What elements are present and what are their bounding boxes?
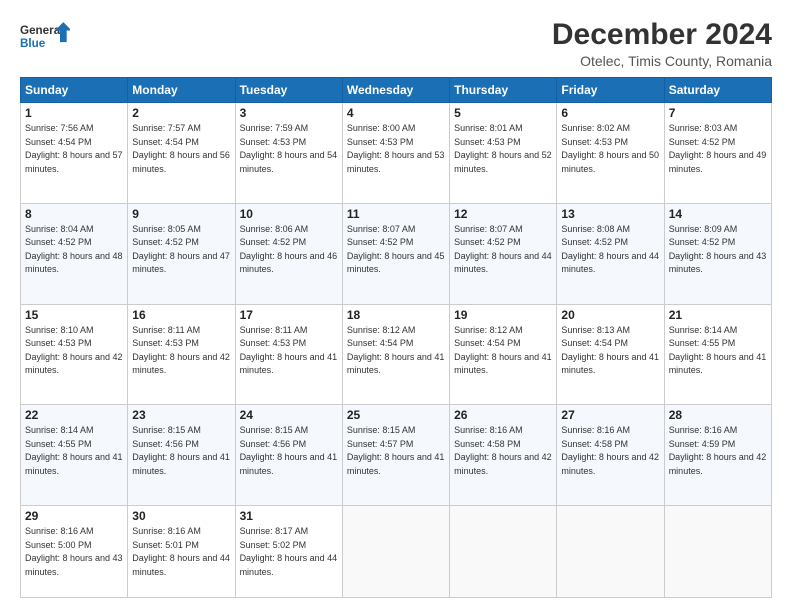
subtitle: Otelec, Timis County, Romania <box>552 53 772 69</box>
table-row: 29 Sunrise: 8:16 AMSunset: 5:00 PMDaylig… <box>21 506 128 598</box>
table-row: 24 Sunrise: 8:15 AMSunset: 4:56 PMDaylig… <box>235 405 342 506</box>
table-row: 20 Sunrise: 8:13 AMSunset: 4:54 PMDaylig… <box>557 304 664 405</box>
header-sunday: Sunday <box>21 78 128 103</box>
table-row: 15 Sunrise: 8:10 AMSunset: 4:53 PMDaylig… <box>21 304 128 405</box>
table-row: 7 Sunrise: 8:03 AMSunset: 4:52 PMDayligh… <box>664 103 771 204</box>
table-row: 26 Sunrise: 8:16 AMSunset: 4:58 PMDaylig… <box>450 405 557 506</box>
table-row: 9 Sunrise: 8:05 AMSunset: 4:52 PMDayligh… <box>128 203 235 304</box>
calendar-table: Sunday Monday Tuesday Wednesday Thursday… <box>20 77 772 598</box>
logo-icon: General Blue <box>20 18 70 58</box>
table-row: 6 Sunrise: 8:02 AMSunset: 4:53 PMDayligh… <box>557 103 664 204</box>
svg-text:Blue: Blue <box>20 37 46 50</box>
table-row: 17 Sunrise: 8:11 AMSunset: 4:53 PMDaylig… <box>235 304 342 405</box>
weekday-header-row: Sunday Monday Tuesday Wednesday Thursday… <box>21 78 772 103</box>
table-row: 10 Sunrise: 8:06 AMSunset: 4:52 PMDaylig… <box>235 203 342 304</box>
table-row: 19 Sunrise: 8:12 AMSunset: 4:54 PMDaylig… <box>450 304 557 405</box>
main-title: December 2024 <box>552 18 772 51</box>
table-row: 12 Sunrise: 8:07 AMSunset: 4:52 PMDaylig… <box>450 203 557 304</box>
table-row: 5 Sunrise: 8:01 AMSunset: 4:53 PMDayligh… <box>450 103 557 204</box>
table-row <box>664 506 771 598</box>
header-tuesday: Tuesday <box>235 78 342 103</box>
table-row: 14 Sunrise: 8:09 AMSunset: 4:52 PMDaylig… <box>664 203 771 304</box>
table-row: 22 Sunrise: 8:14 AMSunset: 4:55 PMDaylig… <box>21 405 128 506</box>
table-row: 30 Sunrise: 8:16 AMSunset: 5:01 PMDaylig… <box>128 506 235 598</box>
table-row: 31 Sunrise: 8:17 AMSunset: 5:02 PMDaylig… <box>235 506 342 598</box>
table-row: 8 Sunrise: 8:04 AMSunset: 4:52 PMDayligh… <box>21 203 128 304</box>
table-row <box>557 506 664 598</box>
title-block: December 2024 Otelec, Timis County, Roma… <box>552 18 772 69</box>
table-row: 16 Sunrise: 8:11 AMSunset: 4:53 PMDaylig… <box>128 304 235 405</box>
header-friday: Friday <box>557 78 664 103</box>
header-monday: Monday <box>128 78 235 103</box>
header: General Blue December 2024 Otelec, Timis… <box>20 18 772 69</box>
header-saturday: Saturday <box>664 78 771 103</box>
table-row: 21 Sunrise: 8:14 AMSunset: 4:55 PMDaylig… <box>664 304 771 405</box>
table-row: 4 Sunrise: 8:00 AMSunset: 4:53 PMDayligh… <box>342 103 449 204</box>
table-row: 13 Sunrise: 8:08 AMSunset: 4:52 PMDaylig… <box>557 203 664 304</box>
header-thursday: Thursday <box>450 78 557 103</box>
table-row: 1 Sunrise: 7:56 AMSunset: 4:54 PMDayligh… <box>21 103 128 204</box>
table-row: 2 Sunrise: 7:57 AMSunset: 4:54 PMDayligh… <box>128 103 235 204</box>
table-row: 23 Sunrise: 8:15 AMSunset: 4:56 PMDaylig… <box>128 405 235 506</box>
table-row <box>342 506 449 598</box>
table-row: 11 Sunrise: 8:07 AMSunset: 4:52 PMDaylig… <box>342 203 449 304</box>
page: General Blue December 2024 Otelec, Timis… <box>0 0 792 612</box>
table-row <box>450 506 557 598</box>
logo: General Blue <box>20 18 70 58</box>
table-row: 18 Sunrise: 8:12 AMSunset: 4:54 PMDaylig… <box>342 304 449 405</box>
table-row: 27 Sunrise: 8:16 AMSunset: 4:58 PMDaylig… <box>557 405 664 506</box>
table-row: 25 Sunrise: 8:15 AMSunset: 4:57 PMDaylig… <box>342 405 449 506</box>
table-row: 3 Sunrise: 7:59 AMSunset: 4:53 PMDayligh… <box>235 103 342 204</box>
header-wednesday: Wednesday <box>342 78 449 103</box>
table-row: 28 Sunrise: 8:16 AMSunset: 4:59 PMDaylig… <box>664 405 771 506</box>
